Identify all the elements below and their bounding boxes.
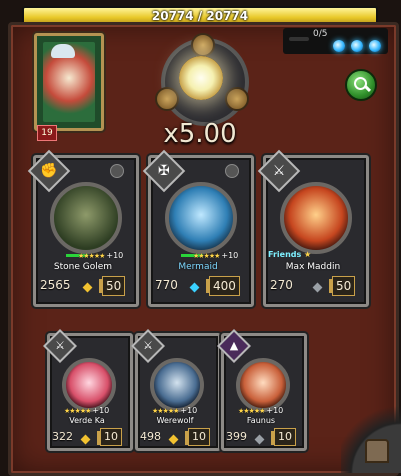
hero-stars: ★★★★★ +10 (64, 406, 110, 415)
gem-icon (254, 434, 265, 445)
hero-name: Max Maddin (285, 262, 341, 272)
orb-icon (333, 40, 345, 52)
fist-icon: ✊ (27, 149, 71, 193)
gem-icon (312, 282, 323, 293)
sword-icon: ⚔ (131, 329, 165, 363)
game-screen: { "hp": {"current": 20774, "max": 20774,… (0, 0, 401, 476)
hero-portrait (236, 358, 290, 412)
hero-hp: 2565 (40, 278, 71, 292)
hero-slot-werewolf[interactable]: ⚔ ★★★★★ +10 Werewolf 498 10 (131, 329, 221, 451)
hero-stars: ★★★★★ +10 (238, 406, 284, 415)
hero-name: Werewolf (156, 416, 194, 425)
rune-icon (191, 33, 215, 57)
rune-icon (225, 87, 249, 111)
search-handle (363, 84, 372, 93)
gem-icon (189, 282, 200, 293)
hero-portrait (280, 182, 352, 254)
friends-label: Friends ★ (268, 250, 312, 259)
hero-portrait (165, 182, 237, 254)
hero-hp: 322 (52, 430, 73, 443)
hero-slot-verde-ka[interactable]: ⚔ ★★★★★ +10 Verde Ka 322 10 (43, 329, 133, 451)
hero-cost: 10 (185, 428, 210, 446)
search-button[interactable] (345, 69, 377, 101)
gem-icon (168, 434, 179, 445)
element-icon (225, 164, 239, 178)
hero-hp: 498 (140, 430, 161, 443)
santa-card[interactable] (34, 33, 104, 131)
hero-stars: ★★★★★ +10 (152, 406, 198, 415)
damage-multiplier: x5.00 (163, 119, 237, 149)
hero-name: Verde Ka (69, 416, 105, 425)
element-icon (110, 164, 124, 178)
hero-slot-faunus[interactable]: ▲ ★★★★★ +10 Faunus 399 10 (217, 329, 307, 451)
wings-icon: ✠ (142, 149, 186, 193)
hero-name: Mermaid (178, 262, 218, 272)
sword-icon: ⚔ (257, 149, 301, 193)
hero-name: Stone Golem (53, 262, 113, 272)
hero-hp: 270 (270, 278, 293, 292)
hero-cost: 50 (328, 276, 356, 296)
orb-icon (351, 40, 363, 52)
rune-icon (155, 87, 179, 111)
hero-portrait (62, 358, 116, 412)
orb-counter: 0/5 (283, 28, 388, 54)
hero-slot-max-maddin[interactable]: ⚔ Friends ★ Max Maddin 270 50 (257, 149, 369, 307)
orb-icon (369, 40, 381, 52)
santa-hat (51, 44, 75, 58)
hero-name: Faunus (246, 416, 276, 425)
hero-portrait (150, 358, 204, 412)
hero-slot-mermaid[interactable]: ✠ ★★★★★ +10 Mermaid 770 400 (142, 149, 254, 307)
light-orb-icon (179, 56, 223, 100)
hero-slot-stone-golem[interactable]: ✊ ★★★★★ +10 Stone Golem 2565 50 (27, 149, 139, 307)
corner-ornament (341, 398, 401, 473)
hero-cost: 400 (206, 276, 240, 296)
sword-icon: ⚔ (43, 329, 77, 363)
hero-stars: ★★★★★ +10 (78, 251, 124, 260)
hero-stars: ★★★★★ +10 (193, 251, 239, 260)
hero-hp: 770 (155, 278, 178, 292)
summon-ring[interactable] (149, 33, 253, 126)
gem-icon (80, 434, 91, 445)
hero-cost: 50 (98, 276, 126, 296)
door-icon[interactable] (365, 439, 389, 463)
card-level: 19 (37, 125, 57, 141)
gem-icon (82, 282, 93, 293)
hero-hp: 399 (226, 430, 247, 443)
hero-cost: 10 (271, 428, 296, 446)
orb-count: 0/5 (288, 29, 328, 41)
hero-cost: 10 (97, 428, 122, 446)
witch-hat-icon: ▲ (217, 329, 251, 363)
hero-portrait (50, 182, 122, 254)
